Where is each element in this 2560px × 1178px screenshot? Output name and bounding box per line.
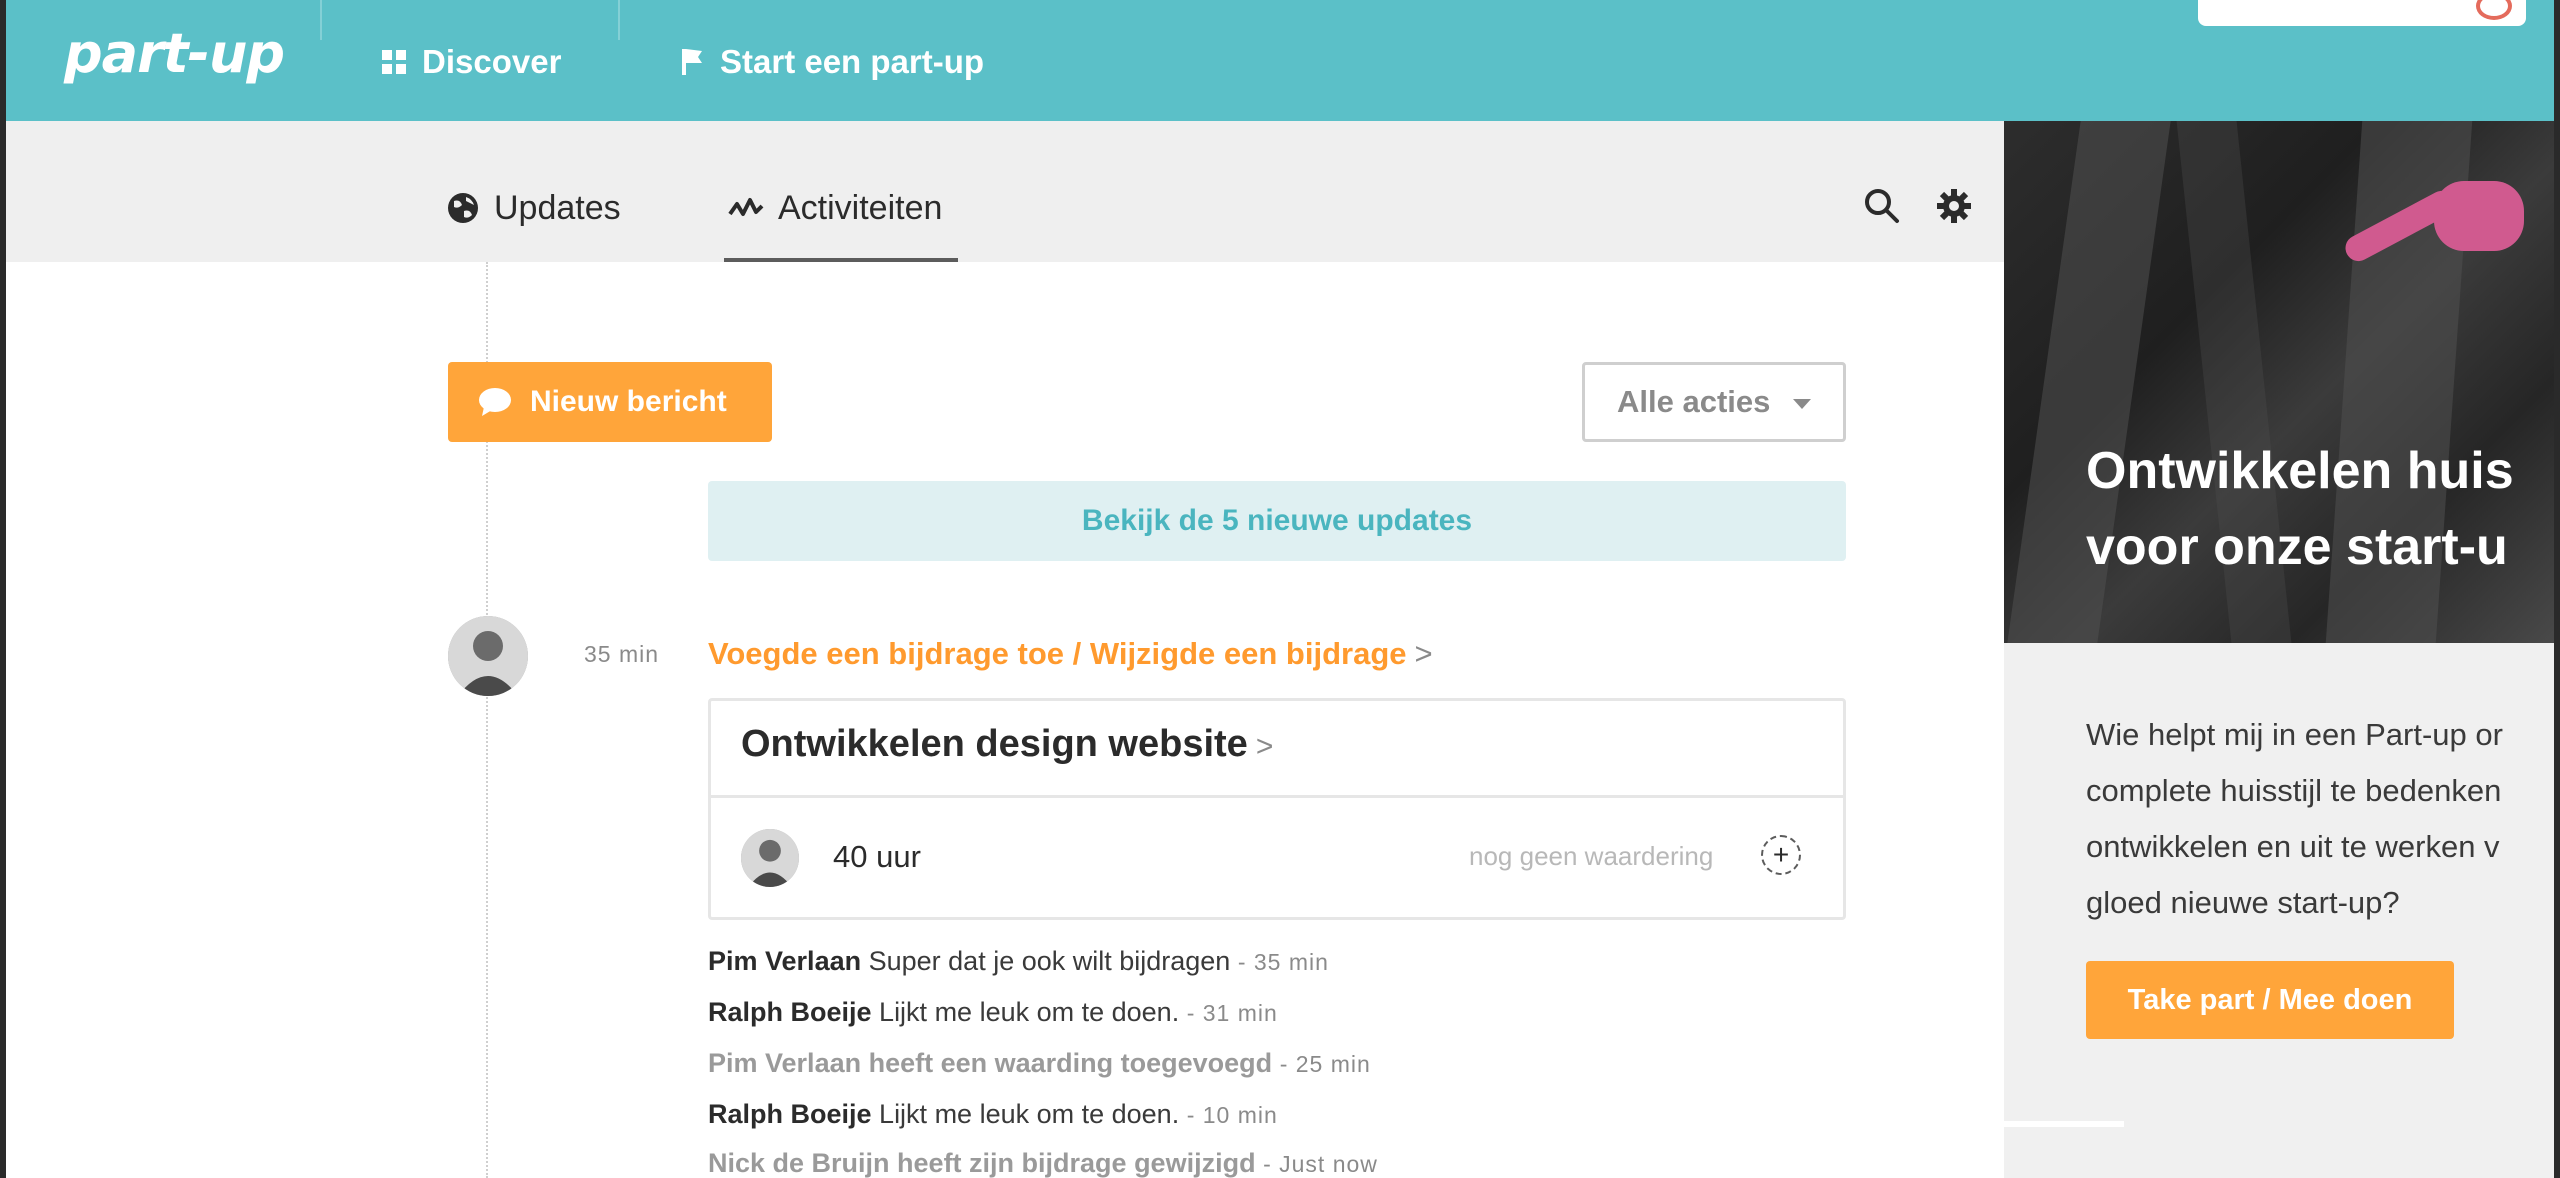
search-icon bbox=[1865, 189, 1899, 223]
comment-item: Ralph Boeije Lijkt me leuk om te doen. -… bbox=[708, 1099, 1278, 1130]
avatar[interactable] bbox=[448, 616, 528, 696]
nav-discover[interactable]: Discover bbox=[382, 38, 561, 86]
contribution-title-link[interactable]: Ontwikkelen design website > bbox=[741, 723, 1273, 766]
progress-indicator-line bbox=[2004, 1121, 2124, 1127]
rating-status: nog geen waardering bbox=[1469, 841, 1714, 871]
chevron-right-icon: > bbox=[1414, 636, 1433, 671]
event-text: Nick de Bruijn heeft zijn bijdrage gewij… bbox=[708, 1148, 1256, 1178]
event-item: Pim Verlaan heeft een waarding toegevoeg… bbox=[708, 1048, 1371, 1079]
settings-button[interactable] bbox=[1936, 188, 1972, 229]
comment-text: Lijkt me leuk om te doen. bbox=[879, 997, 1180, 1027]
comment-time: - 10 min bbox=[1186, 1102, 1278, 1128]
partup-logo[interactable]: part-up bbox=[64, 22, 285, 85]
nav-divider bbox=[320, 0, 322, 40]
filter-dropdown-value: Alle acties bbox=[1617, 384, 1771, 419]
speech-bubble-icon bbox=[479, 388, 511, 416]
user-badge-icon bbox=[2476, 0, 2512, 20]
new-message-button[interactable]: Nieuw bericht bbox=[448, 362, 772, 442]
contribution-title: Ontwikkelen design website bbox=[741, 723, 1248, 765]
app-window: part-up Discover Start een part-up Updat… bbox=[6, 0, 2554, 1178]
gear-icon bbox=[1937, 189, 1971, 223]
contribution-hours: 40 uur bbox=[833, 839, 921, 874]
event-time: - 25 min bbox=[1279, 1051, 1371, 1077]
tab-updates[interactable]: Updates bbox=[446, 183, 621, 233]
add-rating-button[interactable]: + bbox=[1761, 835, 1801, 875]
top-navigation-bar: part-up Discover Start een part-up bbox=[6, 0, 2554, 121]
comment-time: - 35 min bbox=[1237, 949, 1329, 975]
comment-text: Lijkt me leuk om te doen. bbox=[879, 1099, 1180, 1129]
partup-title-line: voor onze start-u bbox=[2086, 518, 2508, 576]
person-avatar-icon bbox=[448, 616, 528, 696]
partup-detail-panel: Wie helpt mij in een Part-up or complete… bbox=[2004, 643, 2554, 1178]
comment-item: Pim Verlaan Super dat je ook wilt bijdra… bbox=[708, 946, 1329, 977]
partup-description: Wie helpt mij in een Part-up or complete… bbox=[2086, 707, 2554, 931]
tab-activiteiten[interactable]: Activiteiten bbox=[728, 183, 942, 233]
chevron-down-icon bbox=[1793, 399, 1811, 409]
comment-author[interactable]: Ralph Boeije bbox=[708, 997, 872, 1027]
activity-title-text: Voegde een bijdrage toe / Wijzigde een b… bbox=[708, 636, 1407, 671]
new-updates-banner[interactable]: Bekijk de 5 nieuwe updates bbox=[708, 481, 1846, 561]
comment-text: Super dat je ook wilt bijdragen bbox=[868, 946, 1231, 976]
nav-start-partup-label: Start een part-up bbox=[720, 43, 985, 80]
plus-icon: + bbox=[1772, 839, 1790, 870]
activity-time: 35 min bbox=[584, 641, 660, 667]
activity-icon bbox=[728, 198, 764, 216]
comment-time: - 31 min bbox=[1186, 1000, 1278, 1026]
user-menu-box[interactable] bbox=[2198, 0, 2526, 26]
chevron-right-icon: > bbox=[1255, 730, 1274, 763]
window-frame: part-up Discover Start een part-up Updat… bbox=[0, 0, 2560, 1178]
nav-discover-label: Discover bbox=[422, 43, 562, 80]
partup-title-line: Ontwikkelen huis bbox=[2086, 442, 2514, 500]
description-line: gloed nieuwe start-up? bbox=[2086, 885, 2400, 920]
description-line: Wie helpt mij in een Part-up or bbox=[2086, 717, 2503, 752]
sub-navigation: Updates Activiteiten bbox=[6, 121, 2004, 262]
filter-dropdown[interactable]: Alle acties bbox=[1582, 362, 1846, 442]
take-part-button[interactable]: Take part / Mee doen bbox=[2086, 961, 2454, 1039]
grid-icon bbox=[382, 50, 406, 74]
climber-figure bbox=[2434, 181, 2524, 251]
comment-author[interactable]: Pim Verlaan bbox=[708, 946, 861, 976]
partup-title: Ontwikkelen huis voor onze start-u bbox=[2086, 433, 2554, 585]
nav-start-partup[interactable]: Start een part-up bbox=[682, 38, 984, 86]
avatar[interactable] bbox=[741, 829, 799, 887]
nav-divider bbox=[618, 0, 620, 40]
active-tab-indicator bbox=[724, 258, 958, 262]
description-line: ontwikkelen en uit te werken v bbox=[2086, 829, 2500, 864]
person-avatar-icon bbox=[741, 829, 799, 887]
comment-item: Ralph Boeije Lijkt me leuk om te doen. -… bbox=[708, 997, 1278, 1028]
activity-title-link[interactable]: Voegde een bijdrage toe / Wijzigde een b… bbox=[708, 636, 1433, 672]
comment-author[interactable]: Ralph Boeije bbox=[708, 1099, 872, 1129]
partup-hero-image[interactable]: Ontwikkelen huis voor onze start-u bbox=[2004, 121, 2554, 643]
tab-updates-label: Updates bbox=[494, 188, 621, 227]
event-time: - Just now bbox=[1263, 1151, 1378, 1177]
event-item: Nick de Bruijn heeft zijn bijdrage gewij… bbox=[708, 1148, 1378, 1178]
new-message-label: Nieuw bericht bbox=[530, 385, 727, 418]
tab-activiteiten-label: Activiteiten bbox=[778, 188, 943, 227]
card-divider bbox=[711, 795, 1843, 798]
description-line: complete huisstijl te bedenken bbox=[2086, 773, 2502, 808]
contribution-card: Ontwikkelen design website > 40 uur nog g… bbox=[708, 698, 1846, 920]
flag-icon bbox=[682, 49, 702, 75]
event-text: Pim Verlaan heeft een waarding toegevoeg… bbox=[708, 1048, 1273, 1078]
search-button[interactable] bbox=[1864, 188, 1900, 229]
globe-icon bbox=[448, 193, 478, 223]
